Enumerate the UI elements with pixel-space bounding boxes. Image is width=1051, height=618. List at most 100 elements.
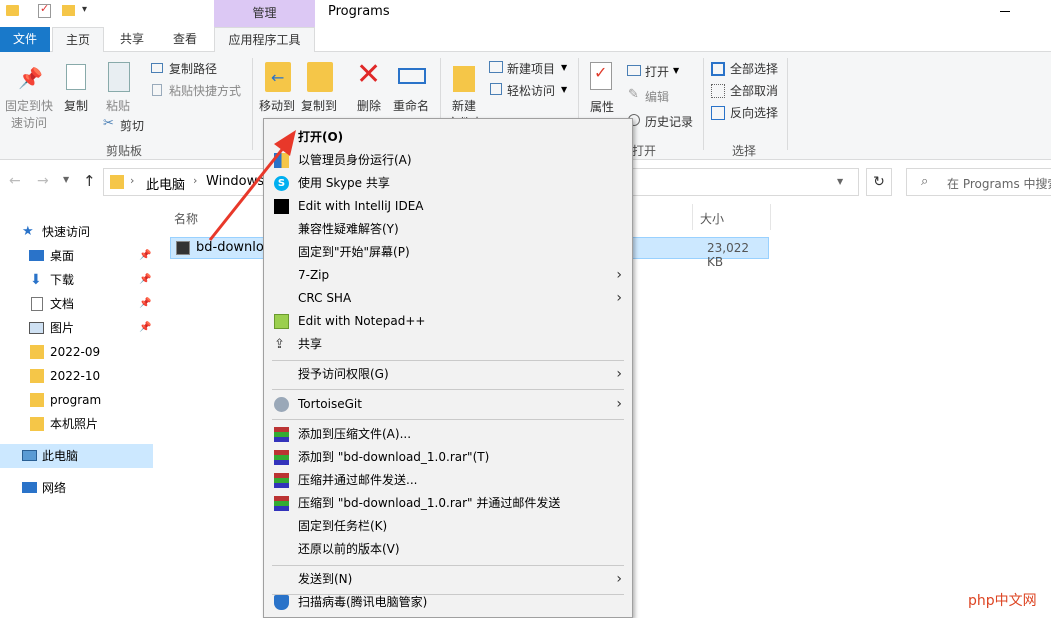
pin-quick-access-button[interactable]: 固定到快 [5,97,53,114]
rename-button[interactable]: 重命名 [393,97,429,114]
properties-button[interactable]: 属性 [590,98,614,115]
select-group-label: 选择 [732,144,757,158]
nav-folder-photos[interactable]: 本机照片 [0,412,153,436]
edit-button[interactable]: 编辑 [645,88,669,105]
menu-intellij[interactable]: Edit with IntelliJ IDEA [264,195,632,218]
menu-crc-sha[interactable]: CRC SHA › [264,287,632,310]
menu-tortoisegit[interactable]: TortoiseGit › [264,393,632,416]
menu-7zip[interactable]: 7-Zip › [264,264,632,287]
invert-selection-icon [711,106,725,120]
select-none-button[interactable]: 全部取消 [730,82,778,99]
menu-add-to-archive[interactable]: 添加到压缩文件(A)... [264,423,632,446]
new-item-icon [489,61,503,73]
menu-notepad-plus[interactable]: Edit with Notepad++ [264,310,632,333]
menu-restore-versions[interactable]: 还原以前的版本(V) [264,538,632,561]
tab-home[interactable]: 主页 [52,27,104,53]
open-button[interactable]: 打开 [645,63,669,80]
menu-compress-email[interactable]: 压缩并通过邮件发送... [264,469,632,492]
manage-context-tab[interactable]: 管理 [214,0,315,27]
menu-open[interactable]: 打开(O) [264,126,632,149]
tab-view[interactable]: 查看 [162,27,208,52]
cut-button[interactable]: 剪切 [120,117,144,134]
delete-icon[interactable]: ✕ [356,60,381,90]
rename-icon[interactable] [398,68,426,84]
up-icon[interactable]: ↑ [83,172,96,190]
menu-grant-access[interactable]: 授予访问权限(G) › [264,363,632,386]
dropdown-icon: ▼ [673,66,680,75]
invert-selection-button[interactable]: 反向选择 [730,104,778,121]
copy-to-button[interactable]: 复制到 [301,97,337,114]
customize-toolbar-icon[interactable]: ▾ [82,4,87,15]
new-item-button[interactable]: 新建项目 [507,60,555,77]
nav-documents[interactable]: 文档 📌 [0,292,153,316]
breadcrumb-this-pc[interactable]: 此电脑 [146,174,185,193]
menu-pin-start[interactable]: 固定到"开始"屏幕(P) [264,241,632,264]
tortoise-icon [274,397,289,412]
delete-button[interactable]: 删除 [357,97,381,114]
nav-folder-2022-10[interactable]: 2022-10 [0,364,153,388]
select-all-button[interactable]: 全部选择 [730,60,778,77]
menu-skype-share[interactable]: S 使用 Skype 共享 [264,172,632,195]
nav-desktop[interactable]: 桌面 📌 [0,244,153,268]
new-folder-icon[interactable] [62,5,75,16]
chevron-down-icon[interactable]: ▼ [837,177,843,186]
pin-quick-access-label2: 速访问 [11,116,48,130]
pin-icon[interactable]: 📌 [18,66,43,90]
paste-shortcut-button[interactable]: 粘贴快捷方式 [169,82,241,99]
column-header-size[interactable]: 大小 [700,210,724,227]
nav-downloads[interactable]: ⬇ 下载 📌 [0,268,153,292]
tab-share[interactable]: 共享 [110,27,154,52]
menu-compress-rar-email[interactable]: 压缩到 "bd-download_1.0.rar" 并通过邮件发送 [264,492,632,515]
nav-folder-2022-09[interactable]: 2022-09 [0,340,153,364]
copy-path-button[interactable]: 复制路径 [169,60,217,77]
nav-folder-program[interactable]: program [0,388,153,412]
nav-pictures[interactable]: 图片 📌 [0,316,153,340]
rar-archive-icon [176,241,190,255]
menu-separator [272,419,624,420]
minimize-icon[interactable] [1000,11,1010,12]
download-icon: ⬇ [30,272,42,288]
share-icon: ⇪ [274,337,285,352]
new-folder-button[interactable]: 新建 [452,97,476,114]
menu-send-to[interactable]: 发送到(N) › [264,568,632,591]
properties-icon[interactable]: ✓ [38,2,51,18]
menu-run-as-admin[interactable]: 以管理员身份运行(A) [264,149,632,172]
copy-icon[interactable] [66,64,86,90]
winrar-icon [274,496,289,511]
nav-this-pc[interactable]: 此电脑 [0,444,153,468]
menu-add-to-rar[interactable]: 添加到 "bd-download_1.0.rar"(T) [264,446,632,469]
new-folder-icon[interactable] [453,66,475,92]
history-button[interactable]: 历史记录 [645,113,693,130]
refresh-icon[interactable]: ↻ [866,168,892,196]
pin-icon: 📌 [139,250,152,261]
copy-to-icon[interactable] [307,62,333,92]
paste-button[interactable]: 粘贴 [106,97,130,114]
tab-file[interactable]: 文件 [0,27,50,52]
divider [787,58,788,150]
dropdown-icon: ▼ [561,63,568,72]
back-icon[interactable]: ← [9,173,21,189]
nav-network[interactable]: 网络 [0,476,153,500]
easy-access-button[interactable]: 轻松访问 [507,82,555,99]
chevron-right-icon: › [616,290,622,306]
recent-dropdown-icon[interactable]: ▼ [63,175,69,184]
menu-pin-taskbar[interactable]: 固定到任务栏(K) [264,515,632,538]
search-input[interactable]: ⌕ 在 Programs 中搜索 [906,168,1051,196]
search-icon: ⌕ [921,174,929,189]
move-to-button[interactable]: 移动到 [259,97,295,114]
paste-icon[interactable] [108,62,130,92]
copy-button[interactable]: 复制 [64,97,88,114]
menu-share[interactable]: ⇪ 共享 [264,333,632,356]
forward-icon[interactable]: → [37,173,49,189]
menu-separator [272,360,624,361]
properties-icon[interactable]: ✓ [590,62,612,90]
column-header-name[interactable]: 名称 [174,210,198,227]
title-bar: ✓ ▾ 管理 Programs [0,0,1051,27]
tab-app-tools[interactable]: 应用程序工具 [214,27,315,53]
context-menu: 打开(O) 以管理员身份运行(A) S 使用 Skype 共享 Edit with… [263,118,633,618]
notepad-icon [274,314,289,329]
nav-quick-access[interactable]: ★ 快速访问 [0,220,153,244]
desktop-icon [29,250,44,261]
move-to-icon[interactable]: ← [265,62,291,92]
menu-compatibility[interactable]: 兼容性疑难解答(Y) [264,218,632,241]
